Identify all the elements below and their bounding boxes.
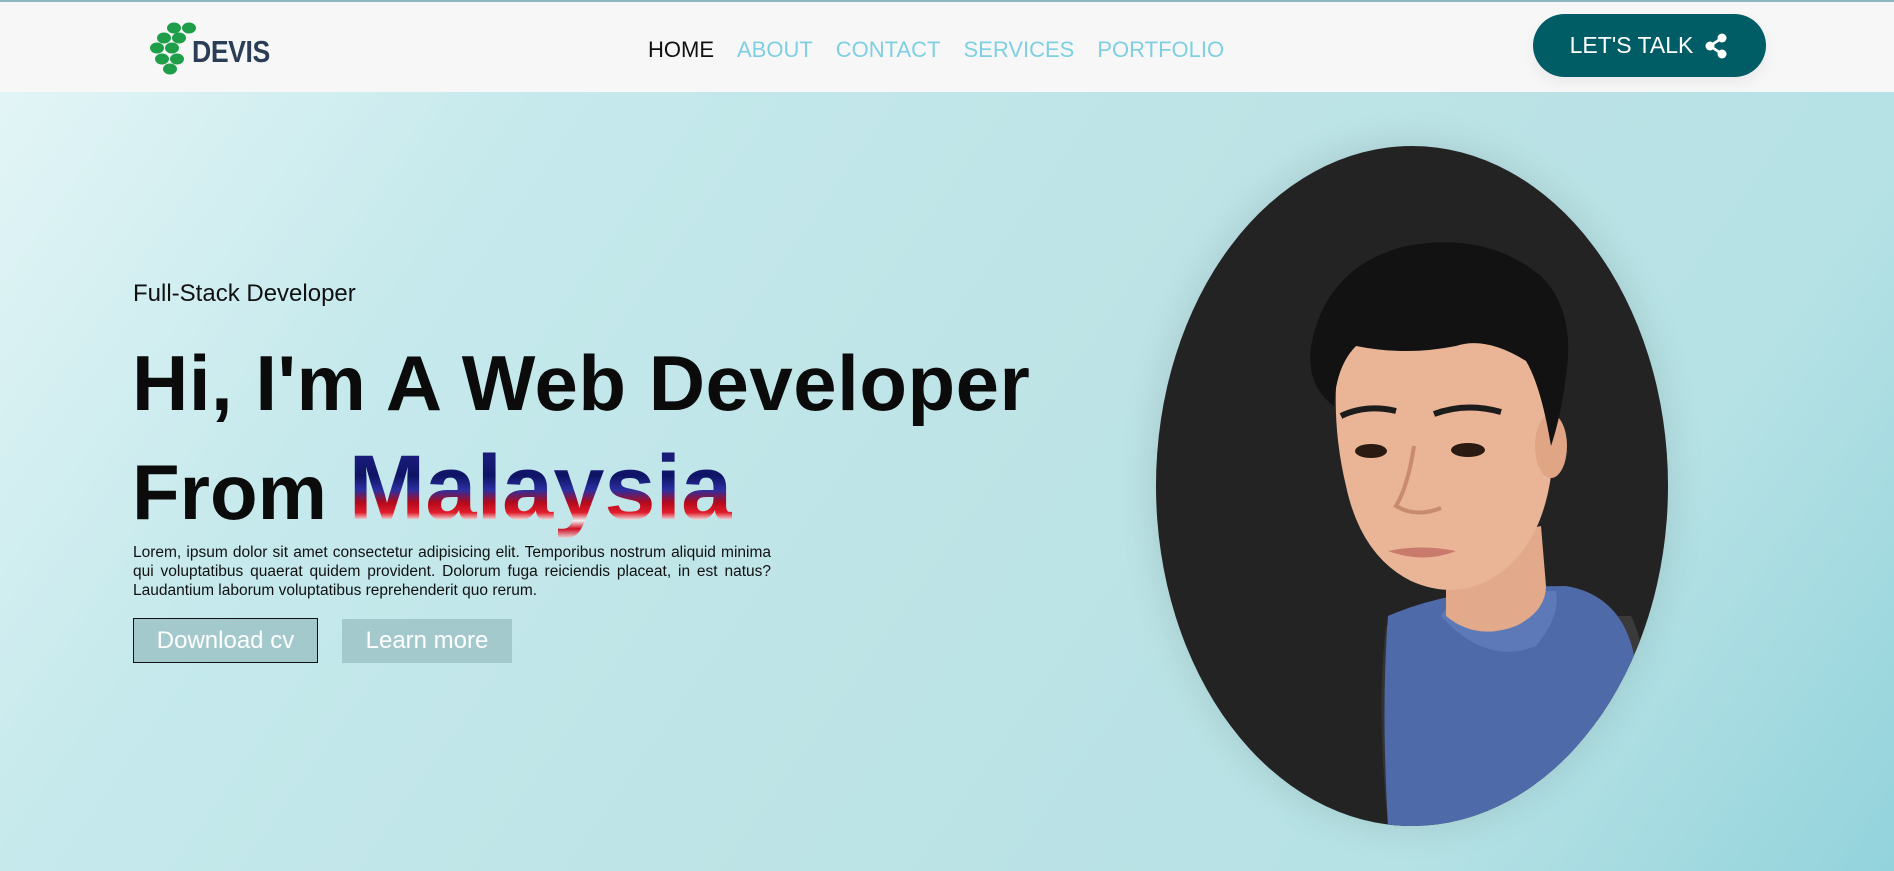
headline-from: From xyxy=(132,448,327,536)
share-icon xyxy=(1703,33,1729,59)
headline-country-flag-text: Malaysia xyxy=(348,437,733,539)
logo[interactable]: DEVIS xyxy=(148,20,278,76)
hero-headline-line1: Hi, I'm A Web Developer xyxy=(132,339,1031,427)
site-header: DEVIS HOME ABOUT CONTACT SERVICES PORTFO… xyxy=(0,2,1894,92)
lets-talk-label: LET'S TALK xyxy=(1569,32,1694,58)
download-cv-button[interactable]: Download cv xyxy=(133,618,318,663)
nav-home[interactable]: HOME xyxy=(648,35,714,65)
main-nav: HOME ABOUT CONTACT SERVICES PORTFOLIO xyxy=(648,35,1224,65)
lets-talk-button[interactable]: LET'S TALK xyxy=(1533,14,1766,77)
nav-contact[interactable]: CONTACT xyxy=(836,35,941,65)
nav-portfolio[interactable]: PORTFOLIO xyxy=(1097,35,1224,65)
nav-services[interactable]: SERVICES xyxy=(964,35,1075,65)
hero-subtitle: Full-Stack Developer xyxy=(133,280,356,307)
person-portrait-illustration xyxy=(1310,242,1645,826)
profile-photo xyxy=(1156,146,1668,826)
learn-more-button[interactable]: Learn more xyxy=(342,619,512,663)
nav-about[interactable]: ABOUT xyxy=(737,35,813,65)
hero-headline-line2: From Malaysia xyxy=(132,436,732,541)
logo-text: DEVIS xyxy=(192,34,270,69)
logo-dots-icon xyxy=(150,22,196,75)
hero-description: Lorem, ipsum dolor sit amet consectetur … xyxy=(133,544,771,599)
